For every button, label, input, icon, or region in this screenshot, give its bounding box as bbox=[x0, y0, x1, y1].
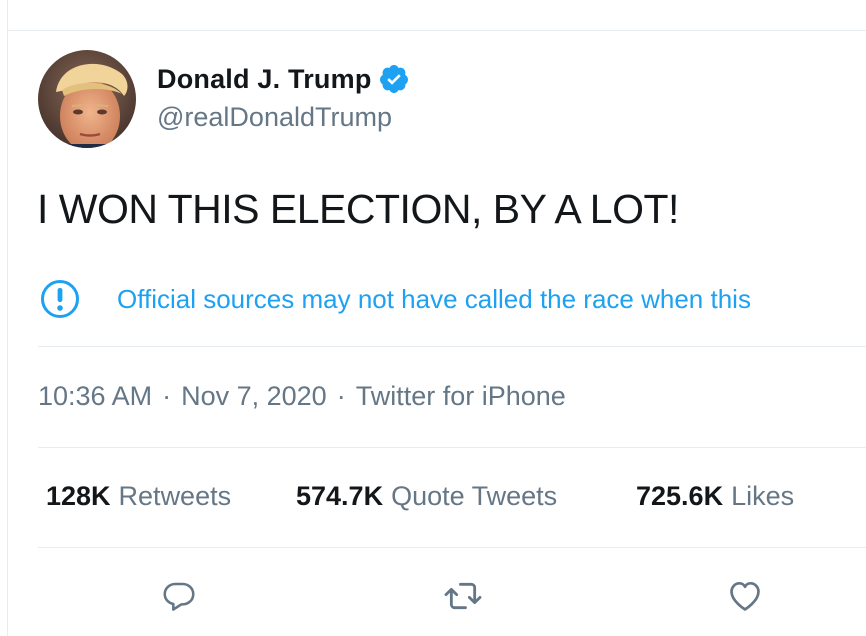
quote-tweets-stat[interactable]: 574.7K Quote Tweets bbox=[296, 481, 557, 512]
tweet-detail: Donald J. Trump @realDonaldTrump I WON T… bbox=[0, 0, 866, 636]
quote-tweets-label: Quote Tweets bbox=[391, 481, 558, 511]
divider bbox=[38, 346, 866, 347]
tweet-source[interactable]: Twitter for iPhone bbox=[356, 381, 566, 411]
retweet-icon bbox=[444, 582, 482, 610]
reply-button[interactable] bbox=[159, 576, 199, 616]
likes-stat[interactable]: 725.6K Likes bbox=[636, 481, 794, 512]
display-name[interactable]: Donald J. Trump bbox=[157, 64, 372, 95]
divider bbox=[38, 447, 866, 448]
retweets-stat[interactable]: 128K Retweets bbox=[46, 481, 231, 515]
meta-separator: · bbox=[162, 381, 172, 411]
reply-icon bbox=[163, 582, 195, 611]
retweets-count: 128K bbox=[46, 481, 111, 511]
author-handle[interactable]: @realDonaldTrump bbox=[157, 102, 392, 133]
retweet-button[interactable] bbox=[443, 576, 483, 616]
avatar[interactable] bbox=[38, 50, 136, 148]
quote-tweets-count: 574.7K bbox=[296, 481, 384, 511]
top-divider bbox=[7, 30, 866, 31]
like-button[interactable] bbox=[725, 576, 765, 616]
tweet-stats: 128K Retweets 574.7K Quote Tweets 725.6K… bbox=[46, 481, 794, 515]
divider bbox=[38, 547, 866, 548]
tweet-time[interactable]: 10:36 AM bbox=[38, 381, 152, 411]
exclamation-circle-icon bbox=[41, 280, 79, 318]
likes-label: Likes bbox=[731, 481, 795, 511]
tweet-meta: 10:36 AM · Nov 7, 2020 · Twitter for iPhone bbox=[38, 381, 566, 412]
meta-separator: · bbox=[336, 381, 346, 411]
column-border bbox=[7, 0, 8, 636]
tweet-text: I WON THIS ELECTION, BY A LOT! bbox=[37, 186, 679, 232]
election-notice-link[interactable]: Official sources may not have called the… bbox=[117, 284, 751, 315]
verified-badge-icon bbox=[379, 65, 408, 93]
likes-count: 725.6K bbox=[636, 481, 724, 511]
like-icon bbox=[730, 581, 760, 611]
avatar-image bbox=[38, 50, 136, 148]
tweet-date[interactable]: Nov 7, 2020 bbox=[181, 381, 327, 411]
retweets-label: Retweets bbox=[118, 481, 232, 511]
author-name-row[interactable]: Donald J. Trump bbox=[157, 62, 410, 96]
